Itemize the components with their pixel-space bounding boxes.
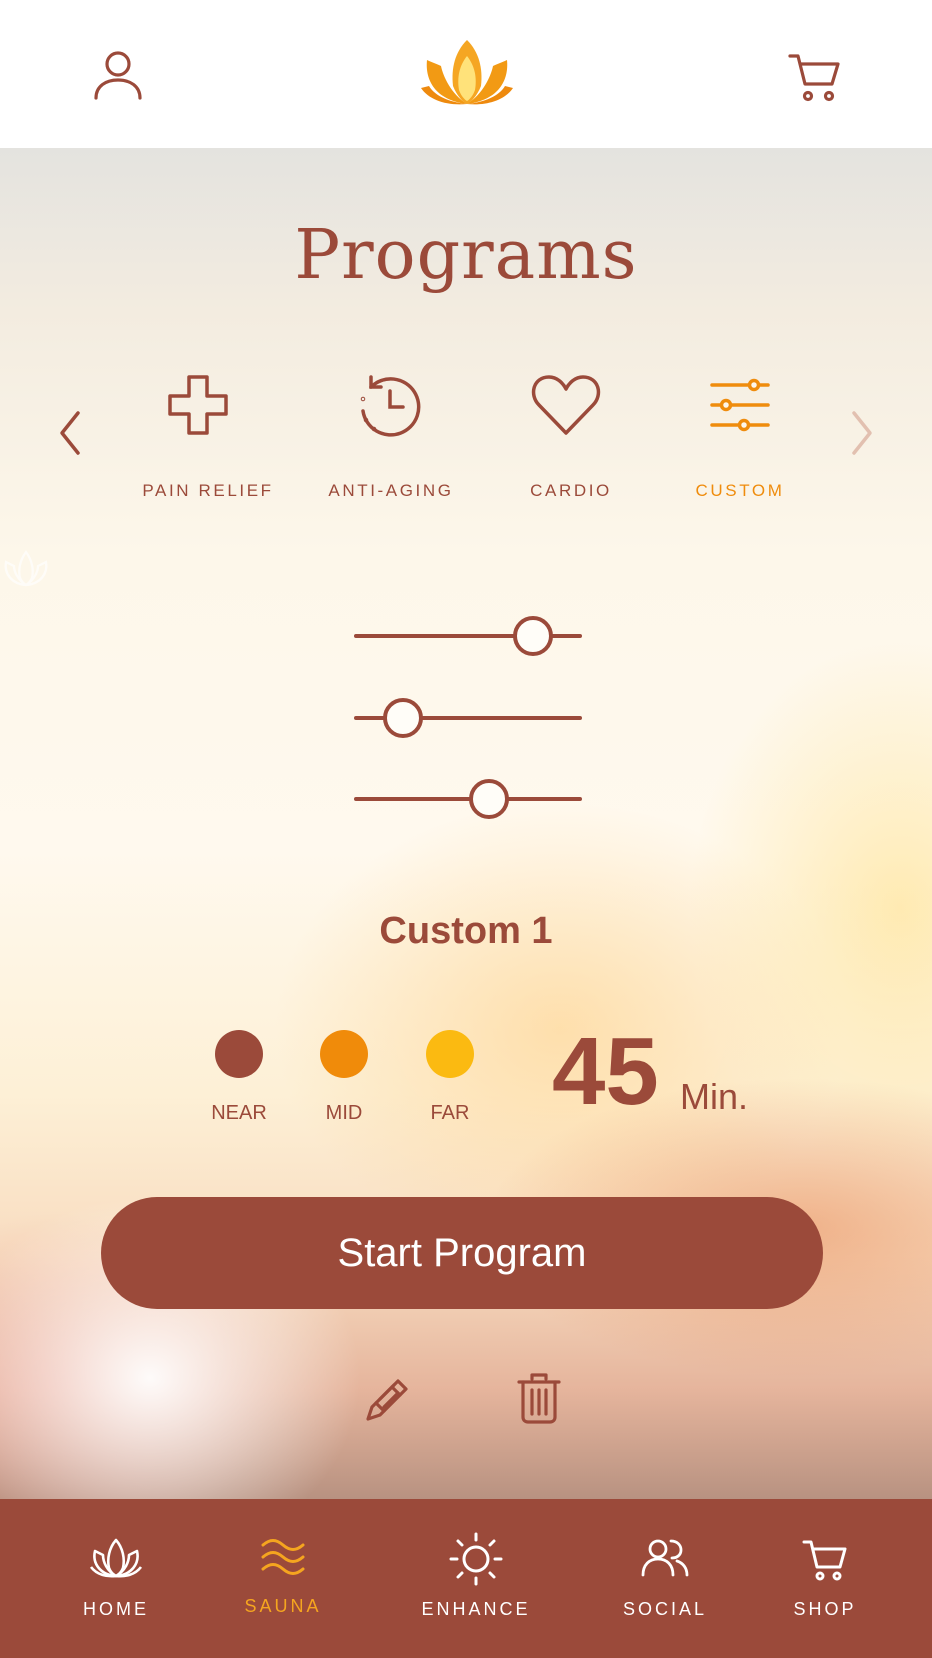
users-icon	[641, 1537, 689, 1584]
heat-zone-dot	[215, 1030, 263, 1078]
history-clock-icon	[357, 373, 423, 444]
waves-icon	[260, 1537, 306, 1582]
nav-label: SAUNA	[244, 1596, 322, 1616]
heat-zone-label: FAR	[430, 1102, 470, 1124]
trash-icon[interactable]	[516, 1373, 562, 1430]
nav-social[interactable]: SOCIAL	[615, 1499, 715, 1658]
heat-zone-mid[interactable]: MID	[299, 1030, 389, 1125]
top-bar	[0, 0, 932, 148]
slider-thumb[interactable]	[512, 616, 553, 656]
intensity-slider-3[interactable]	[352, 777, 584, 821]
slider-thumb[interactable]	[383, 698, 424, 738]
chevron-right-icon[interactable]	[840, 403, 884, 463]
heat-zone-label: NEAR	[211, 1102, 267, 1124]
start-program-button[interactable]: Start Program	[101, 1197, 823, 1309]
nav-label: HOME	[83, 1599, 149, 1619]
bottom-nav: HOME SAUNA ENHANCE SOCIAL SHOP	[0, 1499, 932, 1658]
sun-icon	[448, 1531, 504, 1592]
lotus-logo	[419, 38, 515, 113]
program-label: CARDIO	[530, 481, 612, 500]
nav-label: SOCIAL	[622, 1599, 708, 1619]
intensity-slider-2[interactable]	[352, 696, 584, 740]
lotus-watermark-icon	[0, 548, 52, 593]
slider-thumb[interactable]	[468, 779, 509, 819]
heat-zone-dot	[426, 1030, 474, 1078]
heat-zone-label: MID	[325, 1102, 363, 1124]
nav-enhance[interactable]: ENHANCE	[418, 1499, 534, 1658]
main-content: Programs PAIN RELIEF ANTI-AGING CARDIO C…	[0, 148, 932, 1499]
program-pain-relief[interactable]: PAIN RELIEF	[118, 373, 298, 500]
pencil-icon[interactable]	[364, 1373, 414, 1428]
nav-sauna[interactable]: SAUNA	[232, 1499, 334, 1658]
nav-label: ENHANCE	[421, 1599, 531, 1619]
program-label: CUSTOM	[695, 481, 785, 500]
program-label: ANTI-AGING	[328, 481, 454, 500]
user-icon[interactable]	[92, 50, 144, 107]
duration-unit: Min.	[680, 1076, 749, 1117]
nav-shop[interactable]: SHOP	[780, 1499, 870, 1658]
page-title: Programs	[294, 216, 638, 295]
cart-icon[interactable]	[788, 50, 842, 109]
program-cardio[interactable]: CARDIO	[481, 373, 661, 500]
program-custom[interactable]: CUSTOM	[650, 373, 830, 500]
nav-home[interactable]: HOME	[64, 1499, 168, 1658]
heat-zone-dot	[320, 1030, 368, 1078]
heat-zone-near[interactable]: NEAR	[194, 1030, 284, 1125]
heart-icon	[531, 373, 601, 442]
plus-cross-icon	[166, 373, 230, 442]
program-anti-aging[interactable]: ANTI-AGING	[301, 373, 481, 500]
intensity-slider-1[interactable]	[352, 614, 584, 658]
nav-label: SHOP	[793, 1599, 857, 1619]
cart-icon	[802, 1537, 848, 1588]
duration-value[interactable]: 45	[552, 1024, 659, 1120]
chevron-left-icon[interactable]	[48, 403, 92, 463]
heat-zone-far[interactable]: FAR	[405, 1030, 495, 1125]
sliders-icon	[708, 373, 772, 442]
custom-program-name: Custom 1	[379, 910, 553, 952]
lotus-icon	[89, 1537, 143, 1584]
program-label: PAIN RELIEF	[142, 481, 274, 500]
